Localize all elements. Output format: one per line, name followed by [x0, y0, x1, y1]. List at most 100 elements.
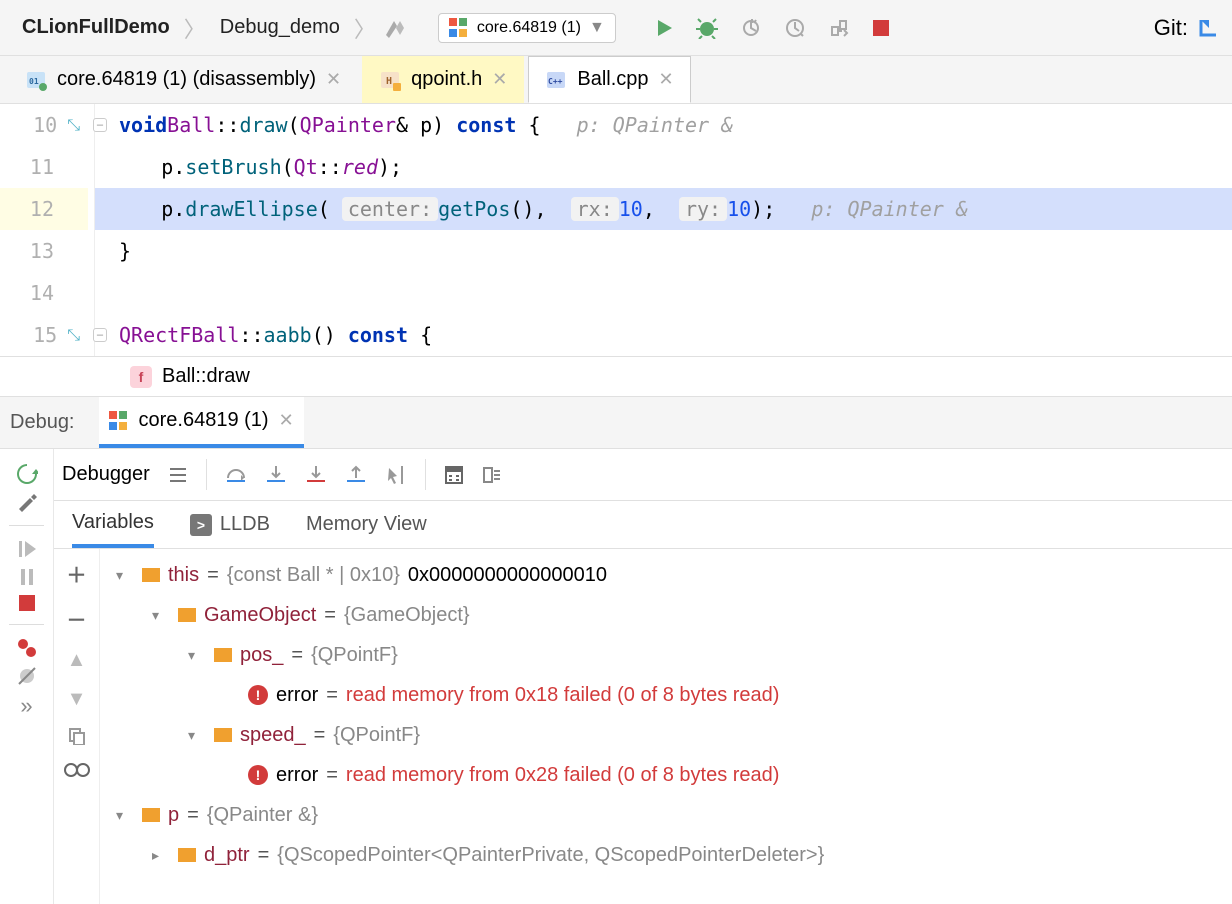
function-icon: f: [130, 366, 152, 388]
debug-panel-label: Debug:: [10, 411, 75, 434]
caret-down-icon[interactable]: ▾: [116, 807, 134, 824]
close-icon[interactable]: ✕: [659, 69, 674, 90]
step-into-icon[interactable]: [265, 464, 287, 486]
stop-debug-icon[interactable]: [18, 594, 36, 612]
var-speed[interactable]: ▾ speed_ = {QPointF}: [100, 715, 1232, 755]
debugger-toolbar: Debugger: [54, 449, 1232, 501]
chevron-down-icon: ▼: [589, 19, 605, 37]
editor-tab-qpoint[interactable]: H qpoint.h ✕: [362, 56, 524, 103]
step-over-icon[interactable]: [225, 464, 247, 486]
move-up-icon[interactable]: ▲: [67, 649, 87, 672]
copy-icon[interactable]: [68, 727, 86, 745]
tab-label: Ball.cpp: [577, 68, 648, 91]
var-pos-error[interactable]: ! error = read memory from 0x18 failed (…: [100, 675, 1232, 715]
fold-handle-icon[interactable]: −: [93, 118, 107, 132]
tab-variables[interactable]: Variables: [72, 501, 154, 548]
close-icon[interactable]: ✕: [279, 410, 294, 431]
caret-down-icon[interactable]: ▾: [188, 727, 206, 744]
debug-panel-header: Debug: core.64819 (1) ✕: [0, 397, 1232, 449]
var-gameobject[interactable]: ▾ GameObject = {GameObject}: [100, 595, 1232, 635]
stop-icon[interactable]: [872, 19, 890, 37]
object-icon: [178, 608, 196, 622]
tab-lldb[interactable]: > LLDB: [190, 501, 270, 548]
run-configuration-label: core.64819 (1): [477, 19, 581, 37]
show-watches-icon[interactable]: [64, 761, 90, 779]
profile-icon[interactable]: [784, 17, 806, 39]
pause-icon[interactable]: [16, 566, 38, 588]
code-content[interactable]: −void Ball::draw(QPainter& p) const { p:…: [95, 104, 1232, 356]
debug-session-tab[interactable]: core.64819 (1) ✕: [99, 397, 304, 448]
caret-down-icon[interactable]: ▾: [116, 567, 134, 584]
cpp-file-icon: C++: [545, 69, 567, 91]
caret-down-icon[interactable]: ▾: [152, 607, 170, 624]
svg-text:01: 01: [29, 77, 39, 86]
rerun-icon[interactable]: [16, 463, 38, 485]
object-icon: [142, 808, 160, 822]
run-configuration-dropdown[interactable]: core.64819 (1) ▼: [438, 13, 616, 43]
step-out-icon[interactable]: [345, 464, 367, 486]
config-icon: [109, 411, 129, 431]
debug-session-label: core.64819 (1): [139, 409, 269, 432]
line-number: 11: [30, 155, 54, 179]
git-pull-icon[interactable]: [1198, 17, 1220, 39]
crumb-project[interactable]: CLionFullDemo: [12, 12, 180, 43]
attach-icon[interactable]: [828, 17, 850, 39]
remove-watch-icon[interactable]: －: [67, 604, 87, 633]
fold-handle-icon[interactable]: −: [93, 328, 107, 342]
caret-right-icon[interactable]: ▸: [152, 847, 170, 864]
editor-tabs: 01 core.64819 (1) (disassembly) ✕ H qpoi…: [0, 56, 1232, 104]
breakpoints-icon[interactable]: [16, 637, 38, 659]
nav-breadcrumb: CLionFullDemo 〉 Debug_demo 〉: [12, 12, 376, 44]
svg-text:H: H: [386, 76, 392, 87]
caret-down-icon[interactable]: ▾: [188, 647, 206, 664]
chevron-right-icon: 〉: [354, 12, 376, 44]
build-icon[interactable]: [382, 16, 406, 40]
tab-memory-view[interactable]: Memory View: [306, 501, 427, 548]
code-editor[interactable]: 10⤡ 11 12 13 14 15⤡ −void Ball::draw(QPa…: [0, 104, 1232, 357]
debugger-label: Debugger: [62, 463, 150, 486]
editor-gutter: 10⤡ 11 12 13 14 15⤡: [0, 104, 95, 356]
var-pos[interactable]: ▾ pos_ = {QPointF}: [100, 635, 1232, 675]
error-icon: !: [248, 685, 268, 705]
mute-breakpoints-icon[interactable]: [16, 665, 38, 687]
move-down-icon[interactable]: ▼: [67, 688, 87, 711]
console-icon: >: [190, 514, 212, 536]
close-icon[interactable]: ✕: [492, 69, 507, 90]
debug-actions-sidebar: »: [0, 449, 54, 904]
var-speed-error[interactable]: ! error = read memory from 0x28 failed (…: [100, 755, 1232, 795]
memory-view-icon[interactable]: [482, 465, 502, 485]
coverage-icon[interactable]: [740, 17, 762, 39]
override-marker-icon[interactable]: ⤡: [67, 115, 80, 135]
line-number: 10: [33, 113, 57, 137]
editor-breadcrumb[interactable]: f Ball::draw: [0, 357, 1232, 397]
crumb-target[interactable]: Debug_demo: [210, 12, 350, 43]
editor-tab-disassembly[interactable]: 01 core.64819 (1) (disassembly) ✕: [8, 56, 358, 103]
run-icon[interactable]: [654, 18, 674, 38]
settings-icon[interactable]: [16, 491, 38, 513]
editor-tab-ballcpp[interactable]: C++ Ball.cpp ✕: [528, 56, 690, 103]
variables-toolbar: ＋ － ▲ ▼: [54, 549, 100, 904]
line-number: 15: [33, 323, 57, 347]
line-number: 14: [30, 281, 54, 305]
debug-bug-icon[interactable]: [696, 17, 718, 39]
resume-icon[interactable]: [16, 538, 38, 560]
run-to-cursor-icon[interactable]: [385, 464, 407, 486]
close-icon[interactable]: ✕: [326, 69, 341, 90]
evaluate-icon[interactable]: [444, 465, 464, 485]
variables-tree[interactable]: ▾ this = {const Ball * | 0x10} 0x0000000…: [100, 549, 1232, 904]
line-number: 12: [30, 197, 54, 221]
var-this[interactable]: ▾ this = {const Ball * | 0x10} 0x0000000…: [100, 555, 1232, 595]
editor-breadcrumb-text: Ball::draw: [162, 365, 250, 388]
config-icon: [449, 18, 469, 38]
more-icon[interactable]: »: [20, 693, 32, 719]
force-step-into-icon[interactable]: [305, 464, 327, 486]
override-marker-icon[interactable]: ⤡: [67, 325, 80, 345]
add-watch-icon[interactable]: ＋: [67, 559, 87, 588]
object-icon: [214, 648, 232, 662]
tab-label: core.64819 (1) (disassembly): [57, 68, 316, 91]
git-area: Git:: [1154, 15, 1220, 41]
var-dptr[interactable]: ▸ d_ptr = {QScopedPointer<QPainterPrivat…: [100, 835, 1232, 875]
threads-icon[interactable]: [168, 465, 188, 485]
debug-panel-body: » Debugger: [0, 449, 1232, 904]
var-p[interactable]: ▾ p = {QPainter &}: [100, 795, 1232, 835]
